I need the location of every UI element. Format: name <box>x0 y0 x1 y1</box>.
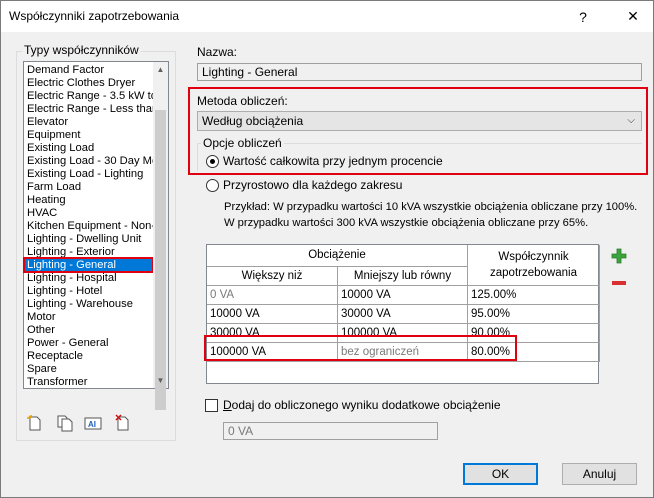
selection-highlight-frame <box>23 257 154 273</box>
example-text: Przykład: W przypadku wartości 10 kVA ws… <box>224 201 638 229</box>
col-greater-header: Większy niż <box>207 267 338 286</box>
delete-icon[interactable] <box>114 414 132 432</box>
col-factor-header: Współczynnik zapotrzebowania <box>468 245 600 286</box>
radio-incremental[interactable] <box>206 179 219 192</box>
scroll-thumb[interactable] <box>155 110 166 410</box>
factor-types-label: Typy współczynników <box>22 43 141 57</box>
row-2-greater[interactable]: 10000 VA <box>207 305 338 324</box>
list-item[interactable]: Existing Load - Lighting <box>25 168 155 181</box>
svg-text:AI: AI <box>88 420 96 429</box>
remove-row-icon[interactable] <box>611 278 627 288</box>
list-item[interactable]: Demand Factor <box>25 64 155 77</box>
close-button[interactable]: ✕ <box>613 1 653 32</box>
method-dropdown[interactable]: Według obciążenia ⌵ <box>197 111 642 131</box>
calc-options-label: Opcje obliczeń <box>201 136 284 150</box>
window-title: Współczynniki zapotrzebowania <box>9 9 180 23</box>
list-item[interactable]: Receptacle <box>25 350 155 363</box>
list-item[interactable]: Electric Range - Less than <box>25 103 155 116</box>
factor-types-list[interactable]: Demand Factor Electric Clothes Dryer Elect… <box>23 61 169 389</box>
method-label: Metoda obliczeń: <box>197 94 288 108</box>
list-item[interactable]: Heating <box>25 194 155 207</box>
cancel-button[interactable]: Anuluj <box>562 463 637 485</box>
name-label: Nazwa: <box>197 45 238 59</box>
row-1-less[interactable]: 10000 VA <box>338 286 468 305</box>
col-less-equal-header: Mniejszy lub równy <box>338 267 468 286</box>
additional-load-checkbox[interactable] <box>205 399 218 412</box>
scroll-up-icon[interactable]: ▲ <box>153 62 168 77</box>
list-item[interactable]: Transformer <box>25 376 155 388</box>
radio-total-single-percent[interactable] <box>206 155 219 168</box>
help-button[interactable]: ? <box>563 1 603 32</box>
list-item[interactable]: Existing Load - 30 Day Met <box>25 155 155 168</box>
list-item[interactable]: Electric Range - 3.5 kW to <box>25 90 155 103</box>
name-field[interactable]: Lighting - General <box>197 63 642 81</box>
load-group-header: Obciążenie <box>207 245 468 267</box>
row-1-factor[interactable]: 125.00% <box>468 286 600 305</box>
add-row-icon[interactable] <box>611 248 627 264</box>
list-item[interactable]: Kitchen Equipment - Non-D <box>25 220 155 233</box>
load-ranges-table: Obciążenie Większy niż Mniejszy lub równ… <box>206 244 600 384</box>
rename-icon[interactable]: AI <box>84 414 102 432</box>
list-item[interactable]: Motor <box>25 311 155 324</box>
new-type-icon[interactable] <box>26 414 44 432</box>
duplicate-icon[interactable] <box>56 414 74 432</box>
list-item[interactable]: Lighting - Hospital <box>25 272 155 285</box>
list-item[interactable]: Other <box>25 324 155 337</box>
row-2-factor[interactable]: 95.00% <box>468 305 600 324</box>
list-scrollbar[interactable]: ▲ ▼ <box>153 62 168 410</box>
list-item[interactable]: Lighting - Dwelling Unit <box>25 233 155 246</box>
list-item[interactable]: HVAC <box>25 207 155 220</box>
list-item[interactable]: Farm Load <box>25 181 155 194</box>
demand-factors-dialog: Współczynniki zapotrzebowania ? ✕ Typy w… <box>0 0 654 498</box>
row-1-greater[interactable]: 0 VA <box>207 286 338 305</box>
method-value: Według obciążenia <box>202 114 304 128</box>
list-item[interactable]: Power - General <box>25 337 155 350</box>
chevron-down-icon: ⌵ <box>627 115 635 126</box>
row-2-less[interactable]: 30000 VA <box>338 305 468 324</box>
list-item[interactable]: Existing Load <box>25 142 155 155</box>
ok-button[interactable]: OK <box>463 463 538 485</box>
title-bar: Współczynniki zapotrzebowania ? ✕ <box>1 1 653 32</box>
option-incremental-label: Przyrostowo dla każdego zakresu <box>223 178 403 192</box>
last-row-highlight-frame <box>204 335 517 361</box>
list-item[interactable]: Electric Clothes Dryer <box>25 77 155 90</box>
list-item[interactable]: Elevator <box>25 116 155 129</box>
list-item[interactable]: Lighting - Hotel <box>25 285 155 298</box>
additional-load-field[interactable]: 0 VA <box>223 422 438 440</box>
list-item[interactable]: Equipment <box>25 129 155 142</box>
scroll-down-icon[interactable]: ▼ <box>153 373 168 388</box>
list-item[interactable]: Spare <box>25 363 155 376</box>
option-total-single-percent-label: Wartość całkowita przy jednym procencie <box>223 154 443 168</box>
additional-load-label: Dodaj do obliczonego wyniku dodatkowe ob… <box>223 398 501 412</box>
list-item[interactable]: Lighting - Warehouse <box>25 298 155 311</box>
